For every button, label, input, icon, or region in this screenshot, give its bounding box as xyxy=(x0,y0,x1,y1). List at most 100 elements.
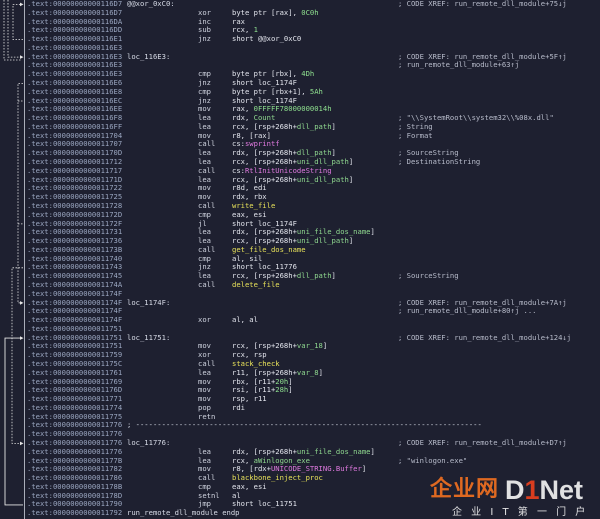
data-name-ref[interactable]: uni_dll_path xyxy=(297,236,349,245)
instruction-mnemonic: jnz xyxy=(198,34,211,44)
function-name-ref[interactable]: write_file xyxy=(232,201,275,210)
import-name-ref[interactable]: RtlInitUnicodeString xyxy=(245,166,332,175)
line-comment: ; CODE XREF: run_remote_dll_module+75↓j xyxy=(398,0,567,8)
code-label-ref[interactable]: loc_1174F xyxy=(258,78,297,87)
numeric-constant: 20h xyxy=(275,376,289,386)
code-label[interactable]: @@xor_0xC0: xyxy=(127,0,175,9)
operand-text: al, al xyxy=(232,315,258,325)
line-comment: ; Format xyxy=(398,130,433,140)
instruction-mnemonic: call xyxy=(198,279,216,289)
operand-text: rcx, xyxy=(232,25,254,35)
operand-text: rcx, [rsp+268h+ xyxy=(232,341,297,351)
operand-text: byte ptr [rbx], xyxy=(232,69,302,79)
operand-text: rdx, rbx xyxy=(232,192,267,202)
operand-text: ] xyxy=(348,174,354,184)
numeric-constant: 0FFFFF78000000014h xyxy=(253,104,332,114)
operand-text: rax xyxy=(232,16,245,26)
code-label-ref[interactable]: loc_11751 xyxy=(258,499,297,509)
operand-text: rcx, [rsp+268h+ xyxy=(232,174,297,184)
operand-text: rax, xyxy=(232,104,254,114)
instruction-operands: delete_file xyxy=(232,280,280,290)
operand-text: ] xyxy=(331,148,336,158)
data-name-ref[interactable]: dll_path xyxy=(297,271,332,280)
operand-text: byte ptr [rbx+1], xyxy=(232,86,310,96)
code-label[interactable]: loc_116E3: xyxy=(127,52,170,62)
data-name-ref[interactable]: var_18 xyxy=(297,341,323,351)
operand-text: short xyxy=(232,218,258,228)
code-label-ref[interactable]: loc_1174F xyxy=(258,219,297,228)
line-comment: ; CODE XREF: run_remote_dll_module+D7↑j xyxy=(398,438,567,447)
operand-text: ] xyxy=(288,385,293,395)
operand-text: short xyxy=(232,262,258,272)
operand-text: byte ptr [rax], xyxy=(232,7,302,17)
line-comment: ; CODE XREF: run_remote_dll_module+124↓j xyxy=(398,332,572,342)
code-label[interactable]: loc_1174F: xyxy=(127,298,170,308)
operand-text: rdi xyxy=(232,402,245,412)
operand-text: ] xyxy=(288,376,293,386)
function-name-ref[interactable]: blackbone_inject_proc xyxy=(232,473,323,482)
data-name-ref[interactable]: dll_path xyxy=(297,148,332,157)
operand-text: rdx, [rsp+268h+ xyxy=(232,446,297,456)
disassembly-listing[interactable]: .text:00000000000116D7 @@xor_0xC0:; CODE … xyxy=(0,0,600,519)
numeric-constant: 5Ah xyxy=(309,86,323,96)
operand-text: al, sil xyxy=(232,253,263,263)
operand-text: ] xyxy=(370,227,375,237)
instruction-operands: short @@xor_0xC0 xyxy=(232,34,301,44)
operand-text: short xyxy=(232,34,258,44)
operand-text: rcx, [rsp+268h+ xyxy=(232,236,297,246)
data-name-ref[interactable]: uni_dll_path xyxy=(297,175,349,184)
operand-text: rcx, [rsp+268h+ xyxy=(232,121,297,131)
operand-text: cs: xyxy=(232,165,245,175)
operand-text: al xyxy=(232,490,241,500)
operand-text: r11, [rsp+268h+ xyxy=(232,367,297,377)
operand-text: rdx, [rsp+268h+ xyxy=(232,148,297,158)
separator-comment: ; --------------------------------------… xyxy=(127,420,482,430)
data-name-ref[interactable]: dll_path xyxy=(297,122,332,131)
line-comment: ; run_remote_dll_module+63↑j xyxy=(398,60,520,70)
operand-text: rcx, [rsp+268h+ xyxy=(232,157,297,167)
operand-text: rcx, [rsp+268h+ xyxy=(232,271,297,281)
operand-text: ] xyxy=(318,367,323,377)
instruction-operands: al, al xyxy=(232,315,258,325)
code-label[interactable]: loc_11751: xyxy=(127,333,170,343)
data-name-ref[interactable]: Count xyxy=(254,113,276,122)
operand-text: eax, esi xyxy=(232,481,267,491)
data-name-ref[interactable]: uni_file_dos_name xyxy=(297,227,371,236)
import-name-ref[interactable]: swprintf xyxy=(245,139,280,149)
data-name-ref[interactable]: var_8 xyxy=(297,368,319,377)
operand-text: rcx, rsp xyxy=(232,350,267,360)
listing-line[interactable]: .text:0000000000011792 run_remote_dll_mod… xyxy=(0,508,600,518)
operand-text: rsp, r11 xyxy=(232,394,267,404)
operand-text: ] xyxy=(348,157,354,167)
code-label-ref[interactable]: loc_11776 xyxy=(258,262,297,272)
function-name-ref[interactable]: delete_file xyxy=(232,280,280,289)
operand-text: short xyxy=(232,499,258,509)
function-name-ref[interactable]: stack_check xyxy=(232,359,280,368)
numeric-constant: 4Dh xyxy=(301,69,315,79)
numeric-constant: 1 xyxy=(253,25,258,35)
data-name-ref[interactable]: uni_dll_path xyxy=(297,157,349,166)
code-label[interactable]: loc_11776: xyxy=(127,438,170,448)
line-address: .text:0000000000011792 xyxy=(27,508,123,518)
operand-text: rsi, [r11+ xyxy=(232,385,276,395)
code-label[interactable]: run_remote_dll_module endp xyxy=(127,508,240,518)
ida-disassembly-view[interactable]: .text:00000000000116D7 @@xor_0xC0:; CODE … xyxy=(0,0,600,519)
import-name-ref[interactable]: UNICODE_STRING.Buffer xyxy=(271,464,362,473)
operand-text: ] xyxy=(370,446,375,456)
instruction-operands: short loc_11751 xyxy=(232,500,297,509)
instruction-operands: rdi xyxy=(232,402,245,413)
code-label-ref[interactable]: @@xor_0xC0 xyxy=(258,34,301,43)
code-label-ref[interactable]: loc_1174F xyxy=(258,96,297,105)
operand-text: ] xyxy=(348,236,354,246)
numeric-constant: 0C0h xyxy=(301,7,319,17)
data-name-ref[interactable]: uni_file_dos_name xyxy=(297,447,371,456)
operand-text: ] xyxy=(331,271,336,281)
line-comment: ; run_remote_dll_module+80↑j ... xyxy=(398,306,537,316)
operand-text: r8d, edi xyxy=(232,183,267,193)
operand-text: rcx, xyxy=(232,455,254,465)
line-comment: ; DestinationString xyxy=(398,157,481,167)
operand-text: r8, [rax] xyxy=(232,130,271,140)
data-name-ref[interactable]: aWinlogon_exe xyxy=(254,456,310,465)
operand-text: r8, [rdx+ xyxy=(232,464,271,474)
function-name-ref[interactable]: get_file_dos_name xyxy=(232,245,306,254)
